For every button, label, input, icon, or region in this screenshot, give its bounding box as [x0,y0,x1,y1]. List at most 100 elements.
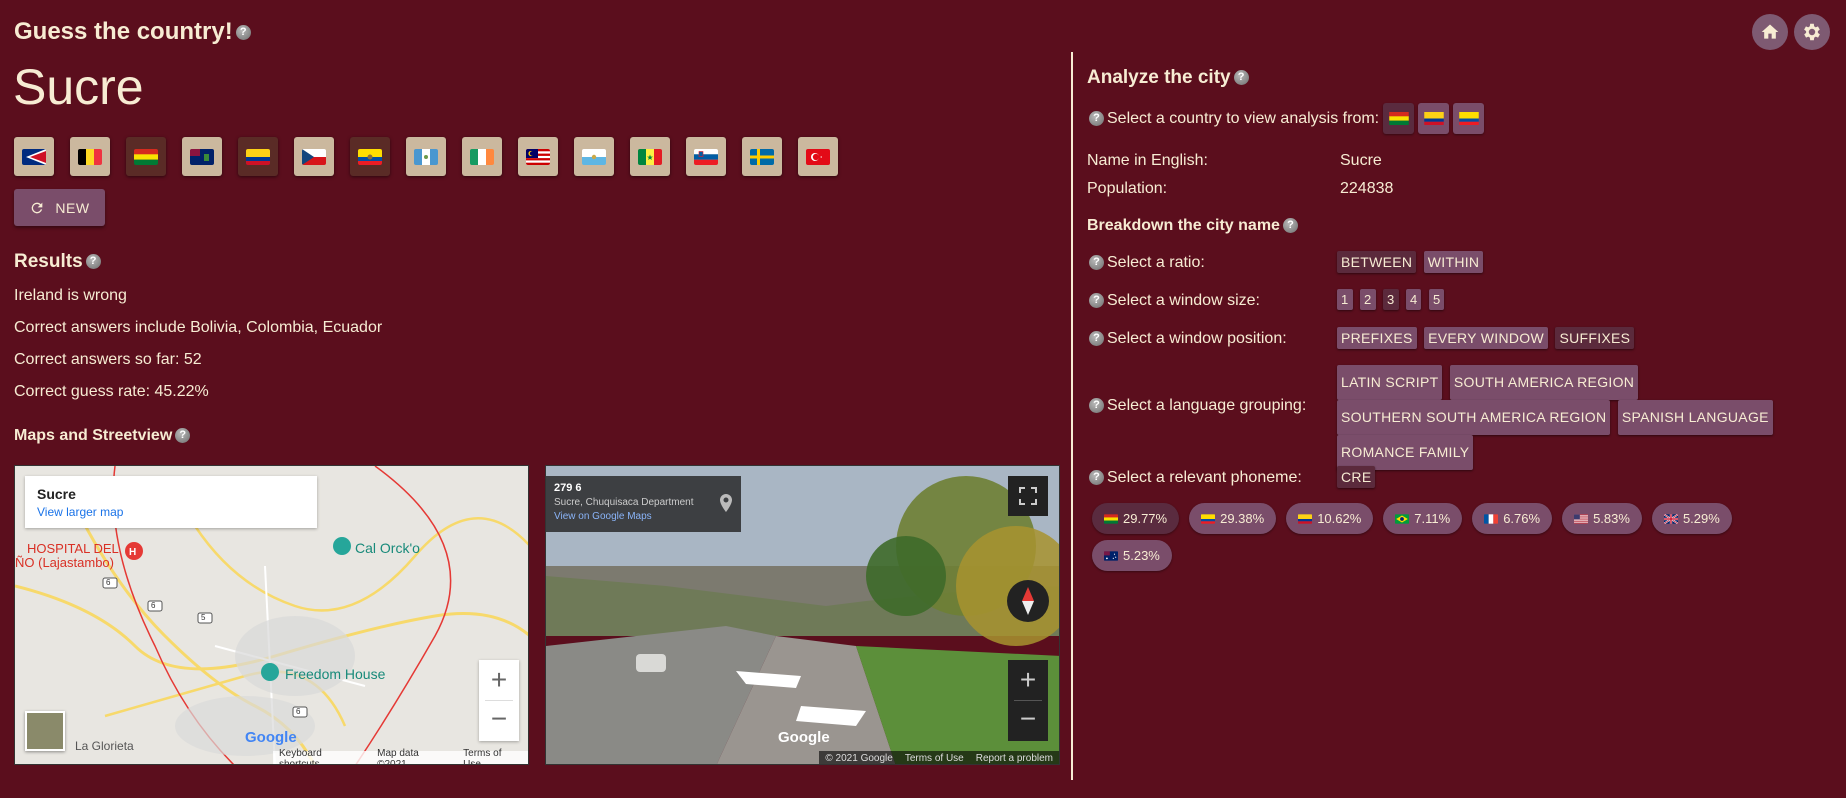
flag-button-slovenia[interactable] [686,137,726,176]
compass-control[interactable] [1007,580,1049,622]
street-view[interactable]: 279 6 Sucre, Chuquisaca Department View … [545,465,1060,765]
phoneme-chip[interactable]: CRE [1337,466,1376,488]
every-window-chip[interactable]: EVERY WINDOW [1424,327,1548,349]
flag-button-american-samoa[interactable] [14,137,54,176]
home-button[interactable] [1752,14,1788,50]
fullscreen-button[interactable] [1008,476,1048,516]
flag-button-sweden[interactable] [742,137,782,176]
percentage-pill-australia[interactable]: 5.23% [1092,540,1172,571]
percentage-value: 29.77% [1123,511,1168,526]
flag-button-san-marino[interactable] [574,137,614,176]
country-button-colombia[interactable] [1418,103,1450,134]
app-title-text: Guess the country! [14,18,233,45]
san-marino-flag-icon [582,148,606,165]
percentage-pill-bolivia[interactable]: 29.77% [1092,503,1180,534]
help-icon[interactable]: ? [1089,331,1104,347]
google-map[interactable]: H 6 6 5 6 Sucre View larger map HOSPITAL… [14,465,529,765]
breakdown-heading: Breakdown the city name? [1087,217,1298,235]
window-size-chip[interactable]: 1 [1337,289,1353,310]
help-icon[interactable]: ? [1089,293,1104,309]
keyboard-shortcuts-link[interactable]: Keyboard shortcuts [279,748,365,765]
united-kingdom-flag-icon [1663,513,1678,524]
map-satellite-toggle[interactable] [25,711,65,751]
language-row-label: ? Select a language grouping: [1087,397,1306,415]
streetview-google-logo: Google [778,729,830,746]
view-on-google-maps-link[interactable]: View on Google Maps [554,511,733,522]
ratio-between-chip[interactable]: BETWEEN [1337,251,1417,273]
terms-link[interactable]: Terms of Use [463,748,522,765]
report-problem-link[interactable]: Report a problem [976,753,1053,764]
help-icon[interactable]: ? [1233,70,1249,86]
help-icon[interactable]: ? [1089,470,1104,486]
percentage-pill-ecuador[interactable]: 29.38% [1189,503,1277,534]
ratio-row-label: ? Select a ratio: [1087,254,1205,272]
help-icon[interactable]: ? [1089,398,1104,414]
view-larger-map-link[interactable]: View larger map [37,505,305,519]
window-size-chip-selected[interactable]: 3 [1382,289,1399,310]
help-icon[interactable]: ? [85,254,101,270]
country-button-ecuador[interactable] [1453,103,1485,134]
language-label: Select a language grouping: [1107,397,1307,414]
analyze-heading: Analyze the city? [1087,67,1249,89]
map-label-road: 6 [151,601,156,610]
flag-button-guatemala[interactable] [406,137,446,176]
new-button[interactable]: NEW [14,189,105,226]
compass-icon [1022,587,1034,615]
flag-button-bolivia[interactable] [126,137,166,176]
bolivia-flag-icon [134,148,158,165]
help-icon[interactable]: ? [1089,255,1104,271]
language-chip[interactable]: ROMANCE FAMILY [1337,435,1474,470]
percentage-value: 6.76% [1503,511,1541,526]
language-chip[interactable]: SPANISH LANGUAGE [1617,400,1773,435]
british-virgin-islands-flag-icon [190,148,214,165]
guatemala-flag-icon [414,148,438,165]
settings-button[interactable] [1794,14,1830,50]
percentage-pill-brazil[interactable]: 7.11% [1383,503,1463,534]
flag-button-malaysia[interactable] [518,137,558,176]
zoom-out-button[interactable]: − [479,701,519,741]
sv-zoom-out-button[interactable]: − [1008,701,1048,741]
copyright-text: © 2021 Google [825,753,893,764]
flag-button-turkey[interactable] [798,137,838,176]
prefixes-chip[interactable]: PREFIXES [1337,327,1417,349]
help-icon[interactable]: ? [1282,218,1298,234]
ratio-within-chip[interactable]: WITHIN [1423,251,1484,273]
colombia-flag-icon [1423,112,1444,125]
flag-button-ecuador[interactable] [350,137,390,176]
window-size-chip[interactable]: 2 [1359,289,1376,310]
window-size-chip[interactable]: 5 [1428,289,1445,310]
help-icon[interactable]: ? [235,25,251,41]
language-chip[interactable]: SOUTHERN SOUTH AMERICA REGION [1337,400,1611,435]
panel-divider [1071,52,1073,780]
language-chip[interactable]: SOUTH AMERICA REGION [1449,365,1639,400]
percentage-pill-united-kingdom[interactable]: 5.29% [1651,503,1732,534]
sweden-flag-icon [750,148,774,165]
percentage-value: 29.38% [1220,511,1265,526]
suffixes-chip[interactable]: SUFFIXES [1555,327,1635,349]
language-chip[interactable]: LATIN SCRIPT [1337,365,1443,400]
flag-button-belgium[interactable] [70,137,110,176]
sv-zoom-in-button[interactable]: + [1008,660,1048,700]
window-size-chip[interactable]: 4 [1405,289,1422,310]
language-options: LATIN SCRIPT SOUTH AMERICA REGION SOUTHE… [1337,365,1797,470]
flag-button-british-virgin-islands[interactable] [182,137,222,176]
bolivia-flag-icon [1388,112,1409,125]
sv-terms-link[interactable]: Terms of Use [905,753,964,764]
help-icon[interactable]: ? [1089,111,1104,126]
flag-button-ireland[interactable] [462,137,502,176]
streetview-card-title: 279 6 [554,482,582,494]
result-line: Ireland is wrong [14,287,127,304]
zoom-in-button[interactable]: + [479,660,519,700]
colombia-flag-icon [246,148,270,165]
flag-button-czechia[interactable] [294,137,334,176]
percentage-pill-united-states[interactable]: 5.83% [1562,503,1642,534]
flag-button-senegal[interactable] [630,137,670,176]
percentage-pill-colombia[interactable]: 10.62% [1286,503,1374,534]
percentage-pill-france[interactable]: 6.76% [1472,503,1553,534]
help-icon[interactable]: ? [175,428,191,444]
country-button-bolivia[interactable] [1383,103,1415,134]
maps-heading: Maps and Streetview? [14,427,191,445]
american-samoa-flag-icon [22,148,46,165]
turkey-flag-icon [806,148,830,165]
flag-button-colombia[interactable] [238,137,278,176]
